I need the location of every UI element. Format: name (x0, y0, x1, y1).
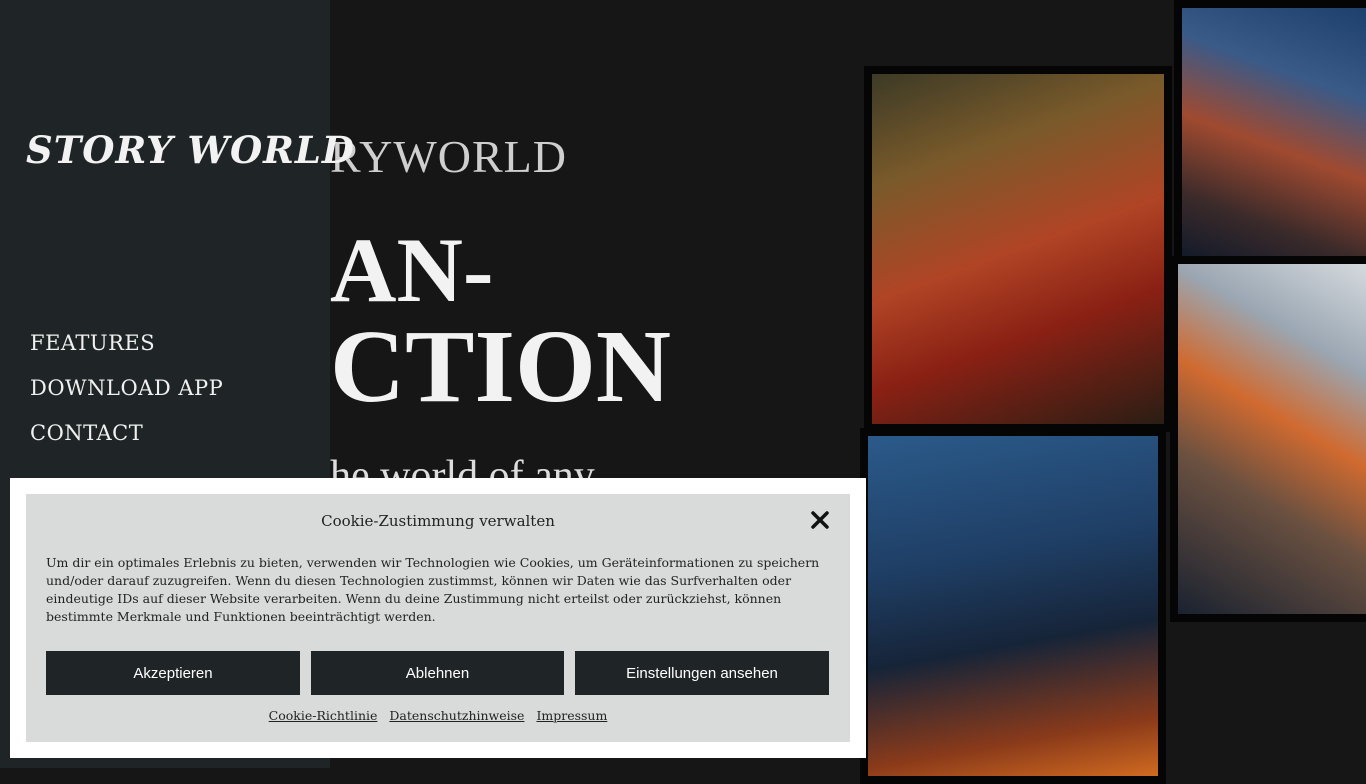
accept-button[interactable]: Akzeptieren (46, 651, 300, 695)
cookie-dialog-text: Um dir ein optimales Erlebnis zu bieten,… (46, 555, 820, 624)
site-logo[interactable]: STORY WORLD (26, 128, 355, 172)
female-portrait-image (1170, 256, 1366, 622)
hero-title-line1: AN- (330, 219, 494, 321)
close-icon[interactable] (810, 510, 830, 530)
privacy-notice-link[interactable]: Datenschutzhinweise (389, 708, 524, 723)
cookie-dialog-panel: Cookie-Zustimmung verwalten Um dir ein o… (26, 494, 850, 742)
archer-portrait-image (864, 66, 1172, 432)
view-settings-button[interactable]: Einstellungen ansehen (575, 651, 829, 695)
hero-logo: RYWORLD (330, 131, 567, 182)
wizard-portrait-image (860, 428, 1166, 784)
cookie-links: Cookie-Richtlinie Datenschutzhinweise Im… (26, 708, 850, 723)
male-face-portrait-image (1174, 0, 1366, 266)
nav-item-features[interactable]: FEATURES (30, 330, 223, 356)
cookie-dialog: Cookie-Zustimmung verwalten Um dir ein o… (10, 478, 866, 758)
imprint-link[interactable]: Impressum (536, 708, 607, 723)
nav-item-download-app[interactable]: DOWNLOAD APP (30, 375, 223, 401)
cookie-policy-link[interactable]: Cookie-Richtlinie (269, 708, 378, 723)
decline-button[interactable]: Ablehnen (311, 651, 564, 695)
artwork-collage (856, 0, 1366, 784)
cookie-dialog-title: Cookie-Zustimmung verwalten (321, 512, 555, 530)
nav-item-contact[interactable]: CONTACT (30, 420, 223, 446)
hero-title-line2: CTION (330, 309, 671, 424)
main-nav: FEATURES DOWNLOAD APP CONTACT (30, 330, 223, 465)
